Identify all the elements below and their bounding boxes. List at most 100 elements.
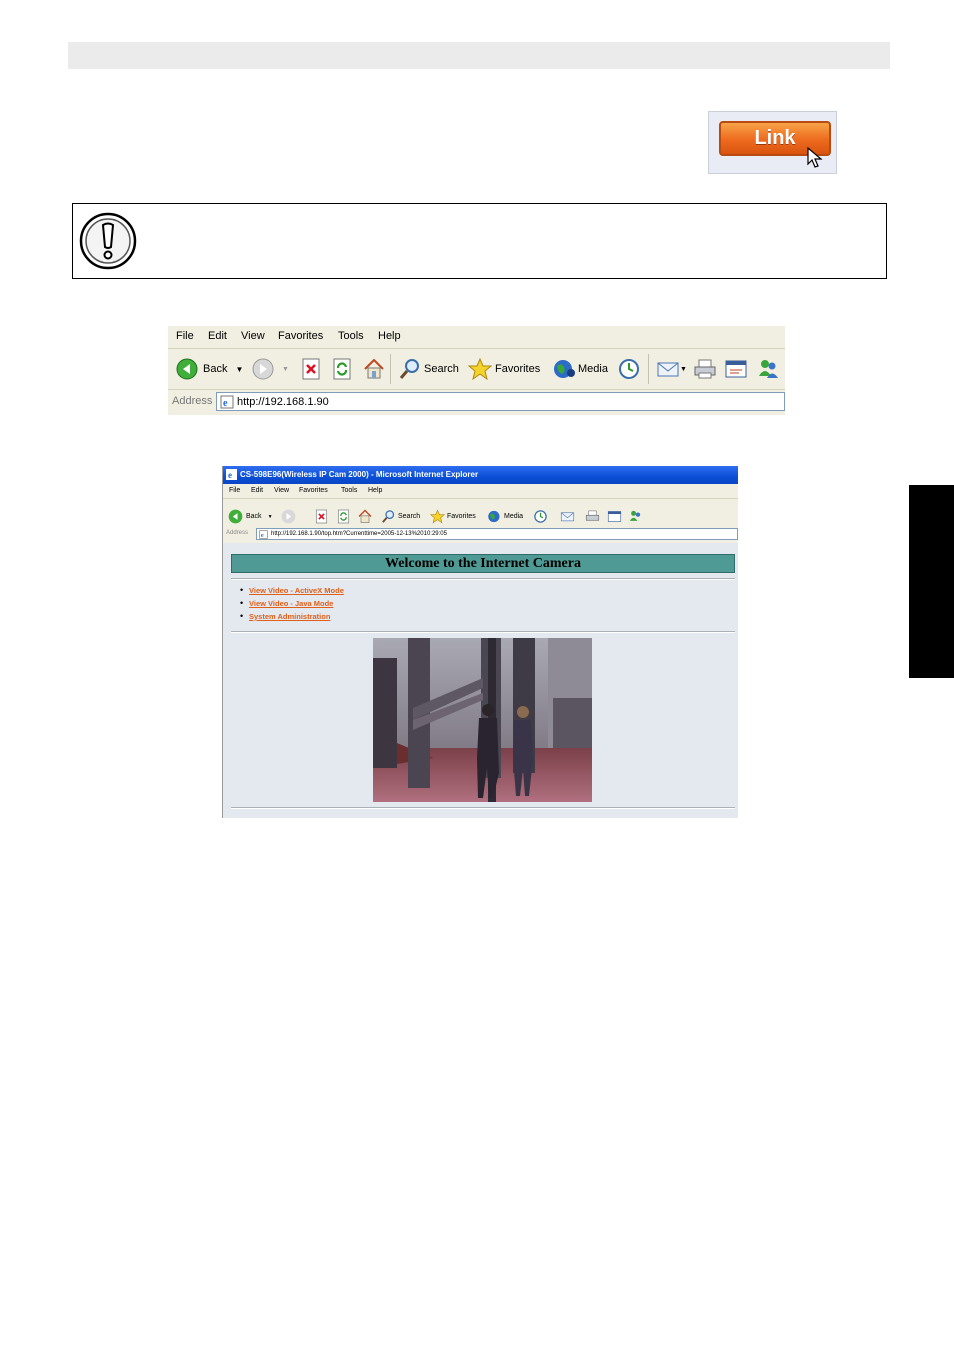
messenger-button[interactable]: [756, 358, 780, 380]
window-title: CS-598E96(Wireless IP Cam 2000) - Micros…: [240, 470, 479, 479]
browser-address-bar: Address e http://192.168.1.90/top.htm?Cu…: [223, 526, 738, 543]
search-button[interactable]: Search: [398, 358, 459, 380]
menu-bar: File Edit View Favorites Tools Help: [168, 326, 785, 349]
browser-menu-favorites[interactable]: Favorites: [299, 487, 328, 494]
printer-icon: [694, 359, 716, 379]
browser-menu-view[interactable]: View: [274, 487, 289, 494]
chevron-down-icon[interactable]: ▼: [268, 514, 273, 520]
browser-edit-button[interactable]: [607, 509, 622, 524]
note-box: [72, 203, 887, 279]
browser-home-button[interactable]: [357, 509, 373, 524]
side-tab: [909, 485, 954, 678]
home-button[interactable]: [362, 358, 386, 380]
page-content: Welcome to the Internet Camera View Vide…: [223, 543, 738, 818]
list-item: View Video - ActiveX Mode: [240, 585, 344, 599]
back-arrow-icon: [228, 509, 243, 524]
history-icon: [619, 359, 639, 379]
refresh-icon: [337, 509, 350, 524]
stop-icon: [302, 358, 320, 380]
search-label: Search: [424, 363, 459, 375]
system-administration-link[interactable]: System Administration: [249, 612, 330, 621]
back-button[interactable]: Back ▼: [176, 358, 243, 380]
browser-menu-edit[interactable]: Edit: [251, 487, 263, 494]
browser-media-button[interactable]: Media: [487, 509, 523, 524]
history-icon: [534, 510, 547, 523]
back-label: Back: [203, 363, 228, 375]
favorites-button[interactable]: Favorites: [468, 358, 540, 380]
search-icon: [399, 359, 419, 379]
chevron-down-icon[interactable]: ▼: [235, 365, 243, 374]
forward-button[interactable]: ▼: [252, 358, 289, 380]
browser-menu-tools[interactable]: Tools: [341, 487, 357, 494]
mail-icon: [560, 512, 575, 522]
list-item: View Video - Java Mode: [240, 598, 344, 612]
java-mode-link[interactable]: View Video - Java Mode: [249, 599, 333, 608]
refresh-button[interactable]: [332, 358, 352, 380]
favorites-label: Favorites: [495, 363, 541, 375]
browser-stop-button[interactable]: [315, 509, 328, 524]
browser-search-button[interactable]: Search: [381, 509, 420, 524]
browser-address-field[interactable]: e http://192.168.1.90/top.htm?Currenttim…: [256, 528, 738, 540]
menu-tools[interactable]: Tools: [338, 330, 364, 342]
link-button-label: Link: [754, 127, 796, 149]
stop-button[interactable]: [301, 358, 321, 380]
menu-favorites[interactable]: Favorites: [278, 330, 323, 342]
menu-help[interactable]: Help: [378, 330, 401, 342]
ie-page-icon: e: [220, 395, 234, 409]
browser-print-button[interactable]: [585, 509, 600, 524]
browser-favorites-button[interactable]: Favorites: [430, 509, 476, 524]
standard-buttons: Back ▼ ▼ Search Favorites Media ▼: [168, 349, 785, 390]
exclamation-note-icon: [79, 212, 137, 270]
menu-edit[interactable]: Edit: [208, 330, 227, 342]
activex-mode-link[interactable]: View Video - ActiveX Mode: [249, 586, 344, 595]
media-button[interactable]: Media: [552, 358, 608, 380]
chevron-down-icon[interactable]: ▼: [282, 366, 289, 373]
welcome-heading: Welcome to the Internet Camera: [231, 554, 735, 573]
home-icon: [358, 509, 372, 523]
browser-menu-bar: File Edit View Favorites Tools Help: [223, 484, 738, 499]
home-icon: [364, 358, 384, 379]
browser-back-button[interactable]: Back ▼: [228, 509, 273, 524]
messenger-icon: [629, 510, 641, 521]
chevron-down-icon[interactable]: ▼: [680, 366, 687, 373]
media-globe-icon: [488, 510, 500, 523]
title-bar: e CS-598E96(Wireless IP Cam 2000) - Micr…: [223, 466, 738, 484]
page-header-bar: [68, 42, 890, 69]
menu-view[interactable]: View: [241, 330, 265, 342]
address-value: http://192.168.1.90: [237, 396, 329, 408]
divider: [231, 631, 735, 633]
mail-icon: [657, 362, 679, 377]
forward-arrow-icon: [281, 509, 296, 524]
browser-messenger-button[interactable]: [628, 509, 643, 524]
media-label: Media: [578, 363, 608, 375]
svg-text:e: e: [223, 398, 228, 409]
browser-favorites-label: Favorites: [447, 513, 476, 520]
browser-address-value: http://192.168.1.90/top.htm?Currenttime=…: [271, 531, 447, 537]
printer-icon: [585, 510, 600, 521]
stop-icon: [315, 509, 328, 524]
browser-search-label: Search: [398, 513, 421, 520]
mail-button[interactable]: ▼: [656, 358, 687, 380]
browser-window: e CS-598E96(Wireless IP Cam 2000) - Micr…: [222, 466, 738, 818]
edit-icon: [607, 511, 622, 522]
ie-toolbar: File Edit View Favorites Tools Help Back…: [168, 326, 785, 415]
menu-file[interactable]: File: [176, 330, 194, 342]
browser-history-button[interactable]: [533, 509, 548, 524]
browser-menu-file[interactable]: File: [229, 487, 240, 494]
browser-mail-button[interactable]: [560, 509, 575, 524]
edit-icon: [725, 360, 747, 378]
browser-menu-help[interactable]: Help: [368, 487, 382, 494]
browser-refresh-button[interactable]: [337, 509, 350, 524]
edit-button[interactable]: [724, 358, 748, 380]
messenger-icon: [759, 360, 778, 378]
back-arrow-icon: [176, 358, 198, 380]
print-button[interactable]: [693, 358, 717, 380]
link-button-illustration: Link: [708, 111, 837, 174]
address-field[interactable]: e http://192.168.1.90: [216, 392, 785, 411]
browser-forward-button[interactable]: [281, 509, 296, 524]
divider: [231, 807, 735, 809]
browser-media-label: Media: [504, 513, 524, 520]
history-button[interactable]: [617, 358, 641, 380]
refresh-icon: [333, 358, 351, 380]
svg-text:e: e: [228, 470, 232, 480]
